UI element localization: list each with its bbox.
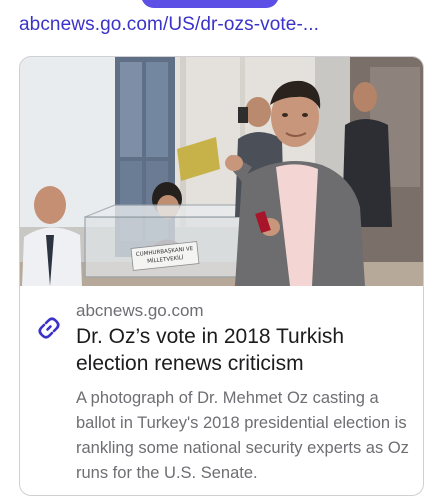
- page: abcnews.go.com/US/dr-ozs-vote-... CUMHUR…: [0, 0, 445, 500]
- source-domain: abcnews.go.com: [76, 301, 204, 320]
- card-body: abcnews.go.com Dr. Oz’s vote in 2018 Tur…: [20, 286, 423, 495]
- article-title[interactable]: Dr. Oz’s vote in 2018 Turkish election r…: [76, 323, 406, 377]
- article-thumbnail[interactable]: CUMHURBAŞKANI VE MİLLETVEKİLİ: [20, 57, 423, 286]
- link-icon: [38, 317, 60, 339]
- article-photo: CUMHURBAŞKANI VE MİLLETVEKİLİ: [20, 57, 423, 286]
- article-description: A photograph of Dr. Mehmet Oz casting a …: [76, 389, 409, 482]
- link-preview-card[interactable]: CUMHURBAŞKANI VE MİLLETVEKİLİ abcnews.go…: [19, 56, 424, 496]
- top-button[interactable]: [141, 0, 279, 8]
- article-url-link[interactable]: abcnews.go.com/US/dr-ozs-vote-...: [19, 14, 429, 36]
